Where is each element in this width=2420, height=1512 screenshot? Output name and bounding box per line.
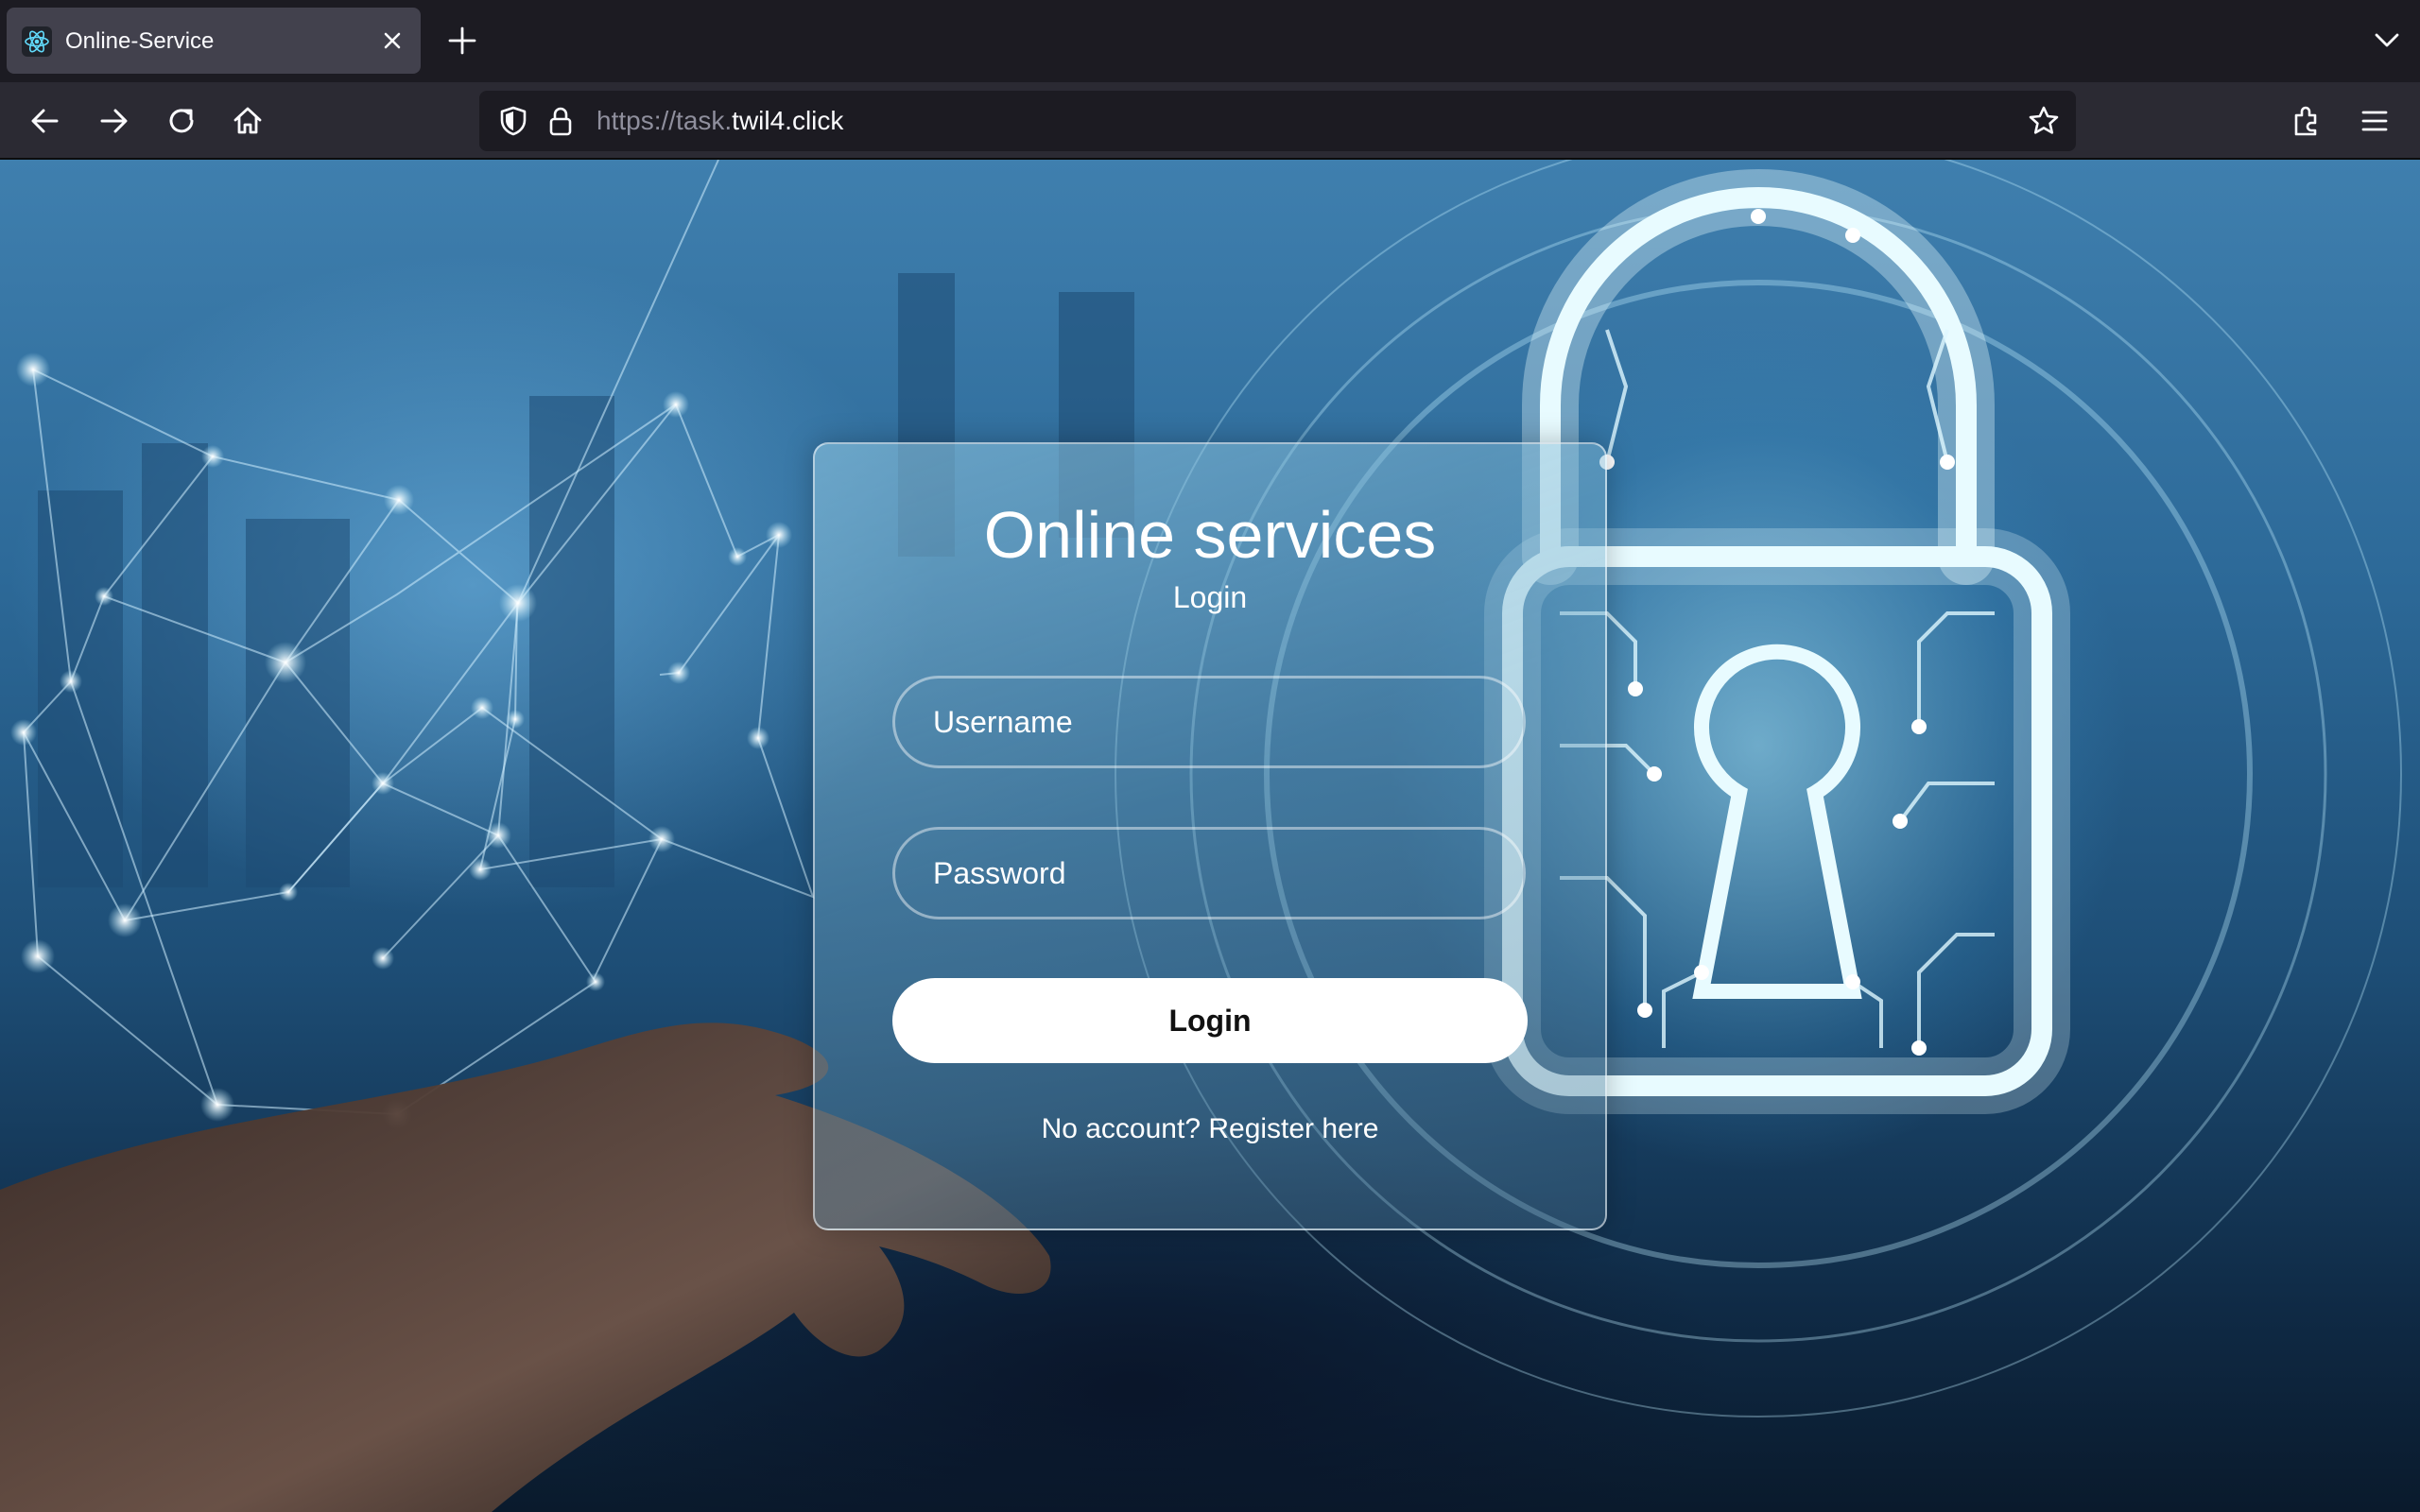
navigation-toolbar: https://task.twil4.click bbox=[0, 82, 2420, 160]
star-icon[interactable] bbox=[2025, 102, 2063, 140]
reload-icon[interactable] bbox=[161, 100, 202, 142]
login-button[interactable]: Login bbox=[892, 978, 1528, 1063]
tab-bar: Online-Service bbox=[0, 0, 2420, 82]
puzzle-icon[interactable] bbox=[2286, 100, 2327, 142]
shield-icon[interactable] bbox=[494, 102, 532, 140]
page-title: Online services bbox=[983, 498, 1437, 572]
react-atom-icon bbox=[22, 26, 52, 57]
arrow-right-icon[interactable] bbox=[93, 100, 134, 142]
url-text[interactable]: https://task.twil4.click bbox=[596, 91, 843, 151]
register-link-text[interactable]: No account? Register here bbox=[1042, 1113, 1379, 1144]
chevron-down-icon[interactable] bbox=[2371, 25, 2403, 57]
tab-online-service[interactable]: Online-Service bbox=[7, 8, 421, 74]
page-viewport: Online services Login Login No account? … bbox=[0, 160, 2420, 1512]
home-icon[interactable] bbox=[227, 100, 268, 142]
close-icon[interactable] bbox=[373, 22, 411, 60]
url-host: twil4.click bbox=[732, 106, 844, 135]
page-subtitle: Login bbox=[1172, 580, 1248, 614]
login-card: Online services Login Login No account? … bbox=[813, 442, 1607, 1230]
url-bar[interactable]: https://task.twil4.click bbox=[479, 91, 2076, 151]
url-scheme: https://task. bbox=[596, 106, 733, 135]
username-input[interactable] bbox=[892, 676, 1526, 768]
lock-icon[interactable] bbox=[542, 102, 579, 140]
tab-title: Online-Service bbox=[65, 28, 215, 54]
hamburger-icon[interactable] bbox=[2354, 100, 2395, 142]
plus-icon[interactable] bbox=[444, 23, 480, 59]
arrow-left-icon[interactable] bbox=[25, 100, 66, 142]
password-input[interactable] bbox=[892, 827, 1526, 919]
register-link[interactable]: No account? Register here bbox=[815, 1113, 1605, 1145]
